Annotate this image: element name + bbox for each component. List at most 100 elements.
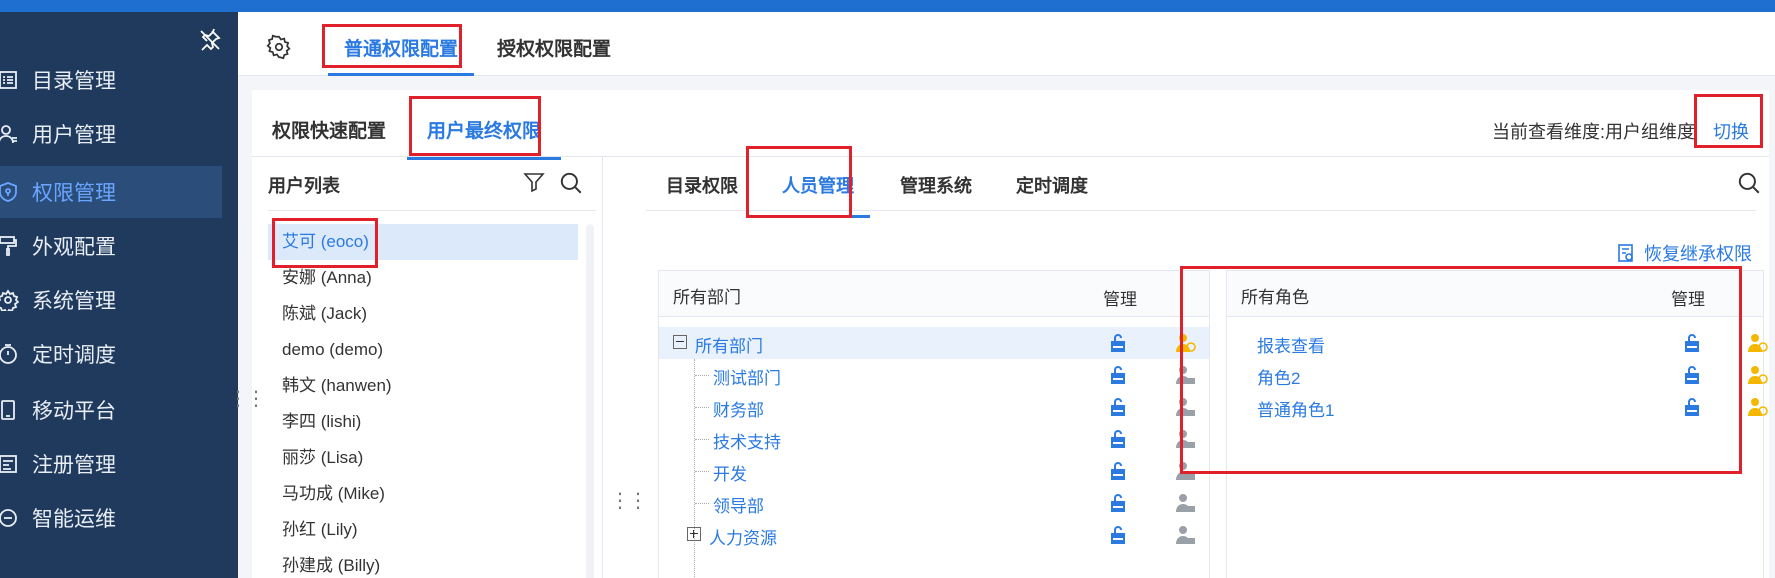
user-list-item-selected[interactable]: 艾可 (eoco) <box>268 224 578 260</box>
unlock-icon[interactable] <box>1107 492 1129 514</box>
unlock-icon[interactable] <box>1681 332 1703 354</box>
sidebar-item-catalog[interactable]: 目录管理 <box>0 54 222 106</box>
unlock-icon[interactable] <box>1107 396 1129 418</box>
user-list-item[interactable]: 孙建成 (Billy) <box>268 548 578 578</box>
tree-node-label[interactable]: 人力资源 <box>709 524 777 549</box>
user-list-title: 用户列表 <box>268 176 340 196</box>
tree-row[interactable]: 领导部 <box>659 487 1209 519</box>
user-list-scrollbar[interactable] <box>586 224 594 578</box>
tree-row[interactable]: 财务部 <box>659 391 1209 423</box>
role-header-label: 所有角色 <box>1241 288 1309 307</box>
role-manage-icon[interactable] <box>1747 332 1769 354</box>
filter-icon[interactable] <box>522 170 546 194</box>
sidebar-item-permissions[interactable]: 权限管理 <box>0 166 222 218</box>
role-row[interactable]: 报表查看 <box>1227 327 1768 359</box>
search-icon[interactable] <box>1736 170 1762 196</box>
sidebar-item-system[interactable]: 系统管理 <box>0 274 222 326</box>
sidebar-item-label: 智能运维 <box>32 508 116 531</box>
unlock-icon[interactable] <box>1107 460 1129 482</box>
tab-user-final-permission[interactable]: 用户最终权限 <box>406 116 562 160</box>
tree-row[interactable]: 技术支持 <box>659 423 1209 455</box>
tab-normal-permission-config[interactable]: 普通权限配置 <box>327 34 475 76</box>
sidebar-item-appearance[interactable]: 外观配置 <box>0 220 222 272</box>
user-lock-icon[interactable] <box>1175 396 1197 418</box>
unlock-icon[interactable] <box>1107 428 1129 450</box>
sidebar: 目录管理 用户管理 权限管理 外观配置 系统管理 定时调度 移动平台 注册管理 … <box>0 12 238 578</box>
role-row[interactable]: 普通角色1 <box>1227 391 1768 423</box>
tree-row[interactable]: 开发 <box>659 455 1209 487</box>
sidebar-item-users[interactable]: 用户管理 <box>0 108 222 160</box>
user-list-item[interactable]: 陈斌 (Jack) <box>268 296 578 332</box>
user-list-item[interactable]: 李四 (lishi) <box>268 404 578 440</box>
sidebar-item-schedule[interactable]: 定时调度 <box>0 328 222 380</box>
tree-node-label[interactable]: 技术支持 <box>713 428 781 453</box>
user-lock-icon[interactable] <box>1175 364 1197 386</box>
restore-inherited-permission-button[interactable]: 恢复继承权限 <box>1616 240 1752 266</box>
user-list: 艾可 (eoco) 安娜 (Anna) 陈斌 (Jack) demo (demo… <box>268 224 578 578</box>
user-list-item[interactable]: 马功成 (Mike) <box>268 476 578 512</box>
expand-icon[interactable] <box>687 527 701 541</box>
tree-node-label[interactable]: 测试部门 <box>713 364 781 389</box>
tree-node-label[interactable]: 领导部 <box>713 492 764 517</box>
permission-panel: 权限快速配置 用户最终权限 当前查看维度:用户组维度 切换 用户列表 艾可 (e… <box>228 90 1769 578</box>
tree-node-label[interactable]: 财务部 <box>713 396 764 421</box>
collapse-icon[interactable] <box>673 335 687 349</box>
tab-quick-permission-config[interactable]: 权限快速配置 <box>272 116 386 156</box>
sidebar-item-label: 权限管理 <box>32 182 116 205</box>
panel-separator <box>602 156 603 578</box>
tree-row[interactable]: 人力资源 <box>659 519 1209 551</box>
drag-handle-icon[interactable]: ⋮⋮ <box>228 386 266 411</box>
switch-dimension-link[interactable]: 切换 <box>1713 118 1749 144</box>
tree-row-root[interactable]: 所有部门 <box>659 327 1209 359</box>
unlock-icon[interactable] <box>1681 396 1703 418</box>
sidebar-item-register[interactable]: 注册管理 <box>0 438 222 490</box>
tab-management-system[interactable]: 管理系统 <box>900 172 972 212</box>
tree-row[interactable]: 测试部门 <box>659 359 1209 391</box>
paint-roller-icon <box>0 232 22 260</box>
unlock-icon[interactable] <box>1681 364 1703 386</box>
unlock-icon[interactable] <box>1107 364 1129 386</box>
user-icon <box>0 120 22 148</box>
user-list-item[interactable]: 韩文 (hanwen) <box>268 368 578 404</box>
unpin-icon[interactable] <box>198 28 222 52</box>
tab-catalog-permission[interactable]: 目录权限 <box>666 172 738 212</box>
role-manage-header: 管理 <box>1671 290 1705 309</box>
divider <box>646 210 1756 211</box>
role-label[interactable]: 角色2 <box>1257 364 1300 389</box>
tab-personnel-management[interactable]: 人员管理 <box>766 172 870 218</box>
department-header-label: 所有部门 <box>673 288 741 307</box>
tree-node-label[interactable]: 所有部门 <box>695 332 763 357</box>
search-icon[interactable] <box>558 170 584 196</box>
user-lock-icon[interactable] <box>1175 460 1197 482</box>
sidebar-item-label: 用户管理 <box>32 124 116 147</box>
user-lock-icon[interactable] <box>1175 492 1197 514</box>
unlock-icon[interactable] <box>1107 332 1129 354</box>
role-label[interactable]: 普通角色1 <box>1257 396 1334 421</box>
role-manage-icon[interactable] <box>1747 364 1769 386</box>
department-manage-header: 管理 <box>1103 290 1137 309</box>
role-label[interactable]: 报表查看 <box>1257 332 1325 357</box>
list-icon <box>0 66 22 94</box>
user-list-item[interactable]: demo (demo) <box>268 332 578 368</box>
user-list-item[interactable]: 孙红 (Lily) <box>268 512 578 548</box>
role-manage-icon[interactable] <box>1747 396 1769 418</box>
tab-authorize-permission-config[interactable]: 授权权限配置 <box>497 34 611 74</box>
drag-handle-icon[interactable]: ⋮⋮ <box>610 488 648 513</box>
current-dimension-label: 当前查看维度:用户组维度 <box>1492 122 1695 142</box>
user-lock-icon[interactable] <box>1175 524 1197 546</box>
user-list-item[interactable]: 安娜 (Anna) <box>268 260 578 296</box>
role-row[interactable]: 角色2 <box>1227 359 1768 391</box>
role-manage-icon[interactable] <box>1175 332 1197 354</box>
settings-gear-icon[interactable] <box>266 34 292 60</box>
unlock-icon[interactable] <box>1107 524 1129 546</box>
tree-node-label[interactable]: 开发 <box>713 460 747 485</box>
sidebar-item-mobile[interactable]: 移动平台 <box>0 384 222 436</box>
sidebar-item-ops[interactable]: 智能运维 <box>0 492 222 544</box>
sidebar-item-label: 移动平台 <box>32 400 116 423</box>
ops-icon <box>0 504 22 532</box>
user-list-item[interactable]: 丽莎 (Lisa) <box>268 440 578 476</box>
shield-icon <box>0 178 22 206</box>
user-lock-icon[interactable] <box>1175 428 1197 450</box>
tab-scheduled-tasks[interactable]: 定时调度 <box>1016 172 1088 212</box>
department-box: 所有部门 管理 所有部门 测试部门 财务部 技术支持 开发 领导部 人力资源 <box>658 270 1210 578</box>
